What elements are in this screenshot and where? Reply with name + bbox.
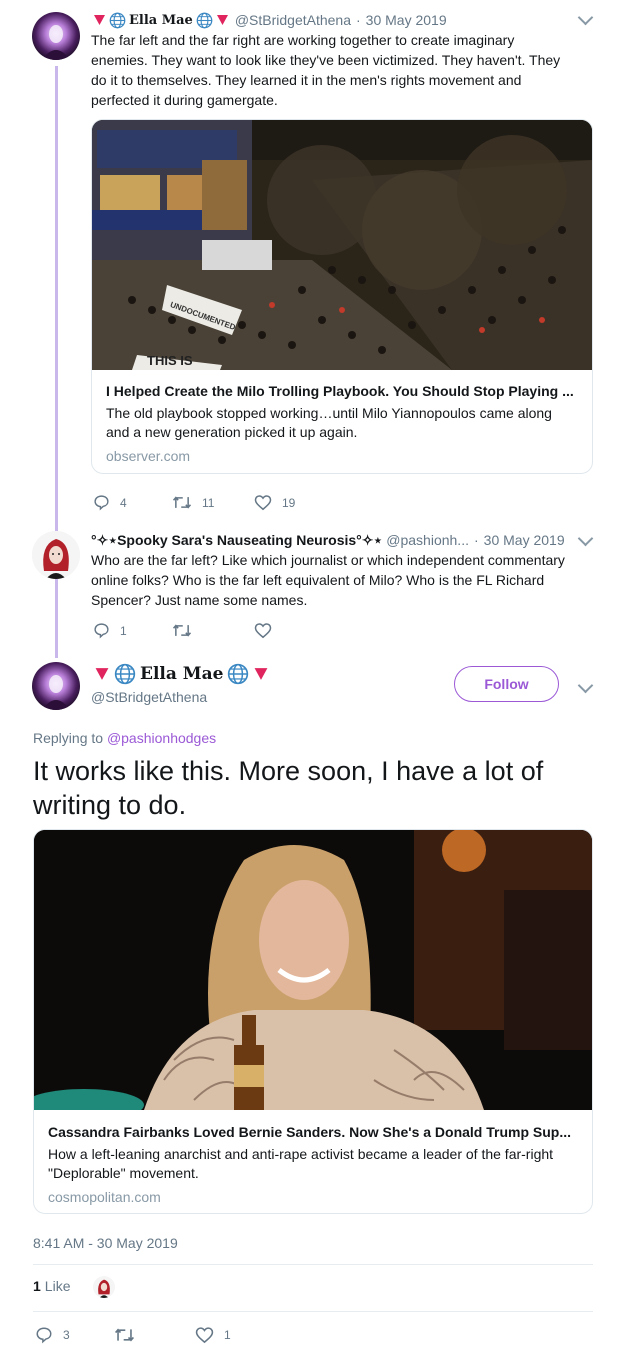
retweet-count: 11 <box>202 495 215 510</box>
reply-count: 4 <box>120 495 127 510</box>
tweet-text: Who are the far left? Like which journal… <box>91 552 565 608</box>
globe-icon <box>196 12 213 28</box>
chevron-down-icon[interactable] <box>577 9 594 26</box>
reply-count: 3 <box>63 1328 70 1342</box>
reply-button[interactable]: 1 <box>93 622 127 639</box>
avatar[interactable] <box>32 531 80 579</box>
like-count: 1 <box>224 1328 231 1342</box>
separator: · <box>356 12 361 28</box>
link-card[interactable]: THIS IS UNDOCUMENTED I Helped Create the… <box>91 119 593 474</box>
like-button[interactable]: 1 <box>195 1326 231 1344</box>
divider <box>33 1264 593 1265</box>
like-stats[interactable]: 1 Like <box>33 1278 70 1294</box>
retweet-icon <box>115 1328 134 1342</box>
red-triangle-icon <box>216 15 228 25</box>
red-triangle-icon <box>95 668 109 680</box>
card-image: THIS IS UNDOCUMENTED <box>92 120 592 370</box>
reply-button[interactable]: 4 <box>93 494 127 511</box>
card-description: How a left-leaning anarchist and anti-ra… <box>48 1146 554 1181</box>
retweet-icon <box>172 496 192 509</box>
tweet-date[interactable]: 30 May 2019 <box>366 12 447 28</box>
tweet-date[interactable]: 30 May 2019 <box>484 532 565 548</box>
replying-prefix: Replying to <box>33 730 104 746</box>
banner-text: THIS IS <box>147 353 193 368</box>
globe-icon <box>109 12 126 28</box>
globe-icon <box>114 663 136 685</box>
reply-icon <box>94 623 109 639</box>
replying-to-link[interactable]: @pashionhodges <box>107 730 216 746</box>
retweet-icon <box>172 624 192 637</box>
red-triangle-icon <box>94 15 105 25</box>
heart-icon <box>254 495 272 511</box>
tweet-timestamp[interactable]: 8:41 AM - 30 May 2019 <box>33 1235 178 1251</box>
heart-icon <box>254 623 272 639</box>
red-triangle-icon <box>255 668 268 680</box>
reply-button[interactable]: 3 <box>35 1326 70 1344</box>
heart-icon <box>195 1327 214 1344</box>
globe-icon <box>228 663 249 685</box>
tweet-text: The far left and the far right are worki… <box>91 32 561 108</box>
tweet-header: °✧⋆Spooky Sara's Nauseating Neurosis°✧⋆ … <box>91 530 565 550</box>
tweet-header: Ella Mae <box>94 662 269 686</box>
avatar[interactable] <box>32 12 80 60</box>
handle[interactable]: @StBridgetAthena <box>91 689 207 705</box>
card-image <box>34 830 592 1110</box>
replying-to-line: Replying to @pashionhodges <box>33 730 216 746</box>
tweet-header: Ella Mae @StBridgetAthena · 30 May 2019 <box>93 10 447 30</box>
retweet-button[interactable]: 11 <box>172 494 214 511</box>
like-count: 19 <box>282 495 296 510</box>
separator: · <box>473 532 479 548</box>
handle[interactable]: @pashionh... <box>386 532 469 548</box>
like-button[interactable]: 19 <box>254 494 295 511</box>
retweet-button[interactable] <box>172 622 192 639</box>
display-name[interactable]: °✧⋆Spooky Sara's Nauseating Neurosis°✧⋆ <box>91 532 382 549</box>
display-name[interactable]: Ella Mae <box>140 664 223 684</box>
like-button[interactable] <box>254 622 272 639</box>
reply-count: 1 <box>120 623 127 638</box>
reply-icon <box>94 495 109 511</box>
divider <box>33 1311 593 1312</box>
card-description: The old playbook stopped working…until M… <box>106 405 552 440</box>
reply-icon <box>36 1327 52 1344</box>
card-title[interactable]: Cassandra Fairbanks Loved Bernie Sanders… <box>48 1124 576 1140</box>
avatar[interactable] <box>32 662 80 710</box>
like-stat-count: 1 <box>33 1278 41 1294</box>
card-domain[interactable]: cosmopolitan.com <box>48 1189 578 1205</box>
link-card[interactable]: Cassandra Fairbanks Loved Bernie Sanders… <box>33 829 593 1214</box>
card-title[interactable]: I Helped Create the Milo Trolling Playbo… <box>106 383 576 399</box>
display-name[interactable]: Ella Mae <box>129 13 193 28</box>
chevron-down-icon[interactable] <box>577 530 594 547</box>
chevron-down-icon[interactable] <box>577 677 594 694</box>
like-stat-label: Like <box>44 1278 71 1294</box>
card-domain[interactable]: observer.com <box>106 448 578 464</box>
liker-avatar[interactable] <box>93 1276 115 1298</box>
retweet-button[interactable] <box>114 1326 135 1344</box>
tweet-text: It works like this. More soon, I have a … <box>33 756 544 820</box>
handle[interactable]: @StBridgetAthena <box>235 12 351 28</box>
follow-button[interactable]: Follow <box>454 666 559 702</box>
